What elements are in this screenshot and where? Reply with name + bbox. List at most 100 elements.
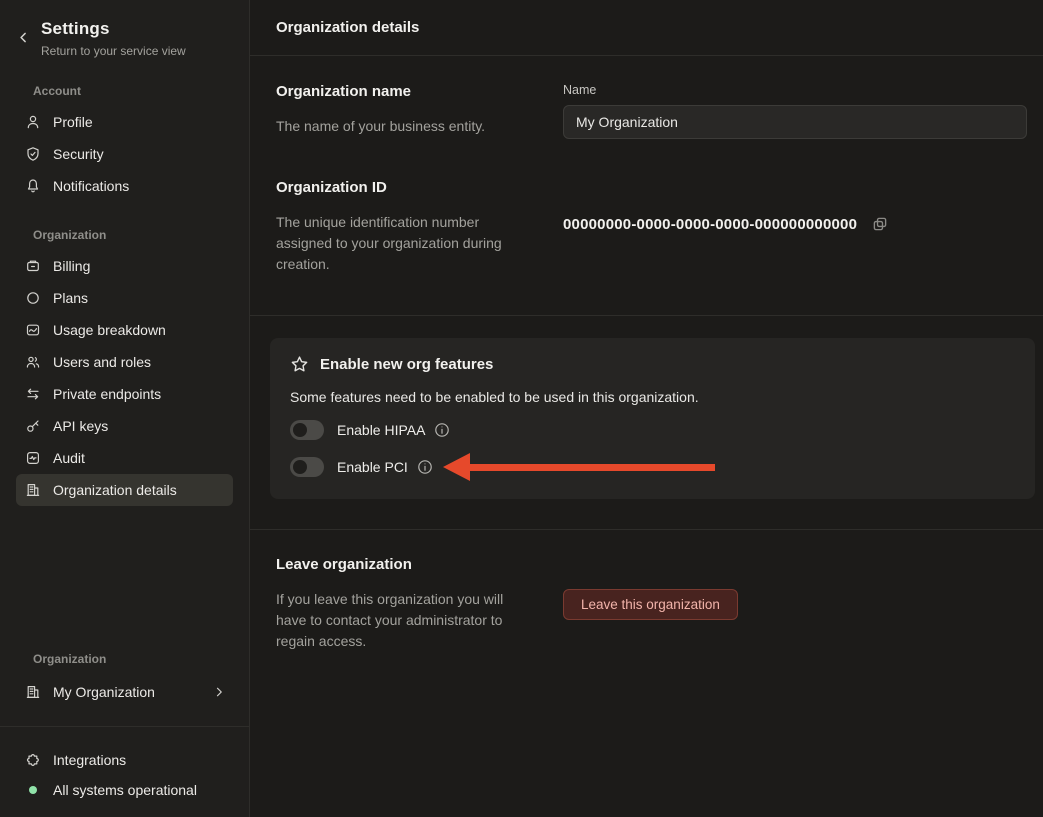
chart-icon [25, 322, 41, 338]
sidebar-item-label: Usage breakdown [53, 322, 166, 338]
status-label: All systems operational [53, 782, 197, 798]
sidebar-item-label: Private endpoints [53, 386, 161, 402]
sidebar-item-security[interactable]: Security [16, 138, 233, 170]
sidebar-item-notifications[interactable]: Notifications [16, 170, 233, 202]
arrow-head [443, 453, 470, 481]
swap-arrows-icon [25, 386, 41, 402]
account-nav: Profile Security Notifications [0, 106, 249, 202]
audit-icon [25, 450, 41, 466]
sidebar-item-billing[interactable]: Billing [16, 250, 233, 282]
pci-toggle-row: Enable PCI [290, 455, 1015, 479]
main-header-title: Organization details [276, 19, 419, 36]
sidebar-item-label: Users and roles [53, 354, 151, 370]
bell-icon [25, 178, 41, 194]
pci-toggle-label: Enable PCI [337, 459, 408, 475]
sidebar-item-label: Plans [53, 290, 88, 306]
puzzle-icon [25, 752, 41, 768]
sidebar-item-organization-details[interactable]: Organization details [16, 474, 233, 506]
chevron-left-icon [17, 31, 30, 44]
org-name-input[interactable] [563, 105, 1027, 139]
sidebar-item-label: Organization details [53, 482, 177, 498]
sidebar-item-audit[interactable]: Audit [16, 442, 233, 474]
back-subtitle: Return to your service view [41, 44, 186, 58]
org-switcher[interactable]: My Organization [16, 674, 233, 710]
leave-organization-button[interactable]: Leave this organization [563, 589, 738, 620]
sidebar-item-label: API keys [53, 418, 108, 434]
account-section-label: Account [33, 84, 249, 98]
sidebar-item-label: Profile [53, 114, 93, 130]
pci-info-icon[interactable] [417, 459, 433, 475]
leave-right-col: Leave this organization [563, 556, 1027, 652]
sidebar-item-label: Billing [53, 258, 90, 274]
org-id-right-col: 00000000-0000-0000-0000-000000000000 [563, 179, 1027, 275]
main-header: Organization details [250, 0, 1043, 56]
org-id-title: Organization ID [276, 179, 563, 196]
enable-hipaa-toggle[interactable] [290, 420, 324, 440]
hipaa-toggle-row: Enable HIPAA [290, 418, 1015, 442]
sidebar-item-label: Notifications [53, 178, 129, 194]
sidebar: Settings Return to your service view Acc… [0, 0, 250, 817]
toggle-knob [293, 460, 307, 474]
organization-nav: Billing Plans Usage breakdown Users and … [0, 250, 249, 506]
org-id-value: 00000000-0000-0000-0000-000000000000 [563, 216, 857, 233]
enable-features-card: Enable new org features Some features ne… [270, 338, 1035, 499]
sidebar-item-users-and-roles[interactable]: Users and roles [16, 346, 233, 378]
back-button[interactable] [15, 27, 32, 47]
card-title-row: Enable new org features [290, 355, 1015, 374]
org-id-row: 00000000-0000-0000-0000-000000000000 [563, 179, 1027, 233]
page-title: Settings [41, 19, 186, 39]
org-id-description: The unique identification number assigne… [276, 212, 528, 275]
org-switcher-value: My Organization [53, 684, 155, 700]
organization-id-section: Organization ID The unique identificatio… [250, 139, 1043, 315]
sidebar-item-usage-breakdown[interactable]: Usage breakdown [16, 314, 233, 346]
card-title: Enable new org features [320, 356, 493, 373]
org-name-left-col: Organization name The name of your busin… [276, 83, 563, 139]
sidebar-item-plans[interactable]: Plans [16, 282, 233, 314]
chevron-right-icon [213, 686, 225, 698]
leave-left-col: Leave organization If you leave this org… [276, 556, 563, 652]
building-icon [25, 482, 41, 498]
integrations-label: Integrations [53, 752, 126, 768]
organization-name-section: Organization name The name of your busin… [250, 56, 1043, 139]
sidebar-item-api-keys[interactable]: API keys [16, 410, 233, 442]
org-switcher-label: Organization [33, 652, 249, 666]
main-content: Organization details Organization name T… [250, 0, 1043, 817]
building-icon [25, 684, 41, 700]
star-icon [290, 355, 309, 374]
organization-section-label: Organization [33, 228, 249, 242]
status-dot-icon [29, 786, 37, 794]
sidebar-header: Settings Return to your service view [0, 0, 249, 58]
toggle-knob [293, 423, 307, 437]
leave-organization-section: Leave organization If you leave this org… [250, 530, 1043, 652]
enable-pci-toggle[interactable] [290, 457, 324, 477]
key-icon [25, 418, 41, 434]
sidebar-item-label: Audit [53, 450, 85, 466]
users-icon [25, 354, 41, 370]
org-name-description: The name of your business entity. [276, 116, 528, 137]
person-icon [25, 114, 41, 130]
sidebar-item-label: Security [53, 146, 104, 162]
leave-description: If you leave this organization you will … [276, 589, 528, 652]
integrations-link[interactable]: Integrations [16, 745, 233, 775]
sidebar-titles: Settings Return to your service view [41, 19, 186, 58]
sidebar-item-profile[interactable]: Profile [16, 106, 233, 138]
sidebar-footer: Integrations All systems operational [0, 727, 249, 817]
features-block: Enable new org features Some features ne… [250, 316, 1043, 530]
copy-button[interactable] [871, 215, 889, 233]
copy-icon [871, 215, 889, 233]
leave-block: Leave organization If you leave this org… [250, 530, 1043, 652]
system-status-link[interactable]: All systems operational [16, 775, 233, 805]
sidebar-spacer [0, 506, 249, 626]
shield-icon [25, 146, 41, 162]
annotation-arrow-icon [443, 453, 715, 481]
hipaa-info-icon[interactable] [434, 422, 450, 438]
org-name-title: Organization name [276, 83, 563, 100]
leave-title: Leave organization [276, 556, 563, 573]
wallet-icon [25, 258, 41, 274]
org-info-block: Organization name The name of your busin… [250, 56, 1043, 316]
circle-icon [25, 290, 41, 306]
org-name-right-col: Name [563, 83, 1027, 139]
hipaa-toggle-label: Enable HIPAA [337, 422, 425, 438]
sidebar-item-private-endpoints[interactable]: Private endpoints [16, 378, 233, 410]
org-id-left-col: Organization ID The unique identificatio… [276, 179, 563, 275]
